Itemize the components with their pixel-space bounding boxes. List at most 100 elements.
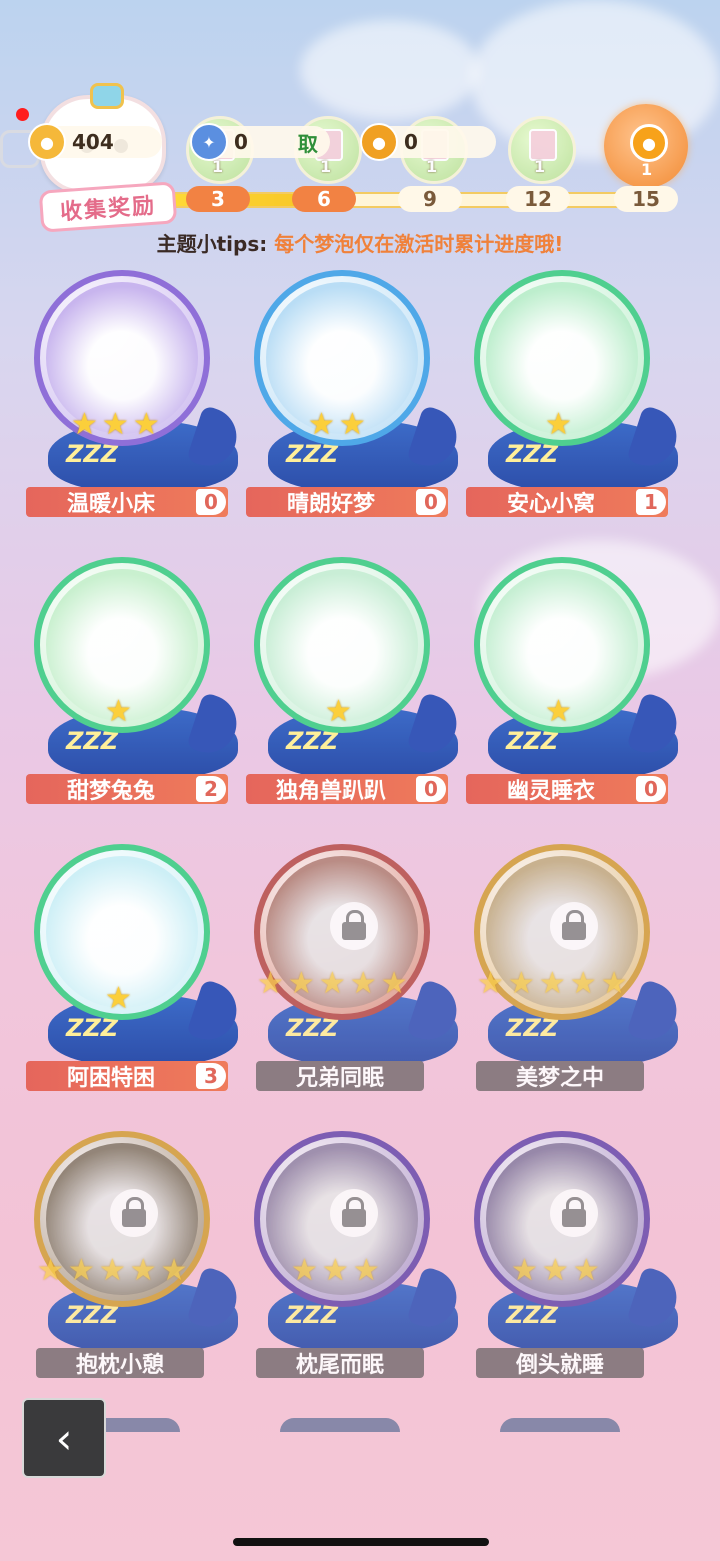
final-milestone-reward[interactable]: ● 1: [604, 104, 688, 188]
star-icon: ★: [572, 1253, 600, 1288]
dream-bubble-item[interactable]: ZZZ ★ 阿困特困 3: [26, 844, 244, 1114]
lock-icon: [110, 1189, 158, 1237]
dream-bubble-item[interactable]: ZZZ ★ ★ ★ 倒头就睡: [466, 1131, 684, 1401]
star-rating: ★ ★: [308, 410, 366, 440]
dream-bubble-item[interactable]: ZZZ ★ ★ ★ 温暖小床 0: [26, 270, 244, 540]
star-rating: ★: [105, 984, 132, 1014]
star-rating: ★ ★ ★: [291, 1256, 380, 1286]
item-name-bar: 幽灵睡衣 0: [466, 774, 668, 804]
item-name-bar: 独角兽趴趴 0: [246, 774, 448, 804]
item-name: 独角兽趴趴: [275, 779, 386, 804]
notification-dot: [16, 108, 29, 121]
chevron-left-icon: ‹: [55, 1413, 73, 1463]
item-count: 1: [636, 489, 666, 515]
star-icon: ★: [132, 407, 160, 442]
star-icon: ★: [507, 966, 535, 1001]
item-name: 兄弟同眠: [295, 1066, 384, 1091]
lock-shackle: [346, 1197, 364, 1214]
star-icon: ★: [287, 966, 315, 1001]
tips-text: 每个梦泡仅在激活时累计进度哦!: [274, 232, 564, 256]
star-rating: ★ ★ ★ ★ ★: [477, 969, 628, 999]
lock-shackle: [566, 910, 584, 927]
lock-icon: [550, 1189, 598, 1237]
item-name: 抱枕小憩: [75, 1353, 164, 1378]
milestone-count: 1: [320, 157, 332, 176]
milestone-reward[interactable]: 1: [508, 116, 576, 184]
star-icon: ★: [37, 1253, 64, 1288]
star-icon: ★: [98, 1253, 126, 1288]
star-icon: ★: [160, 1253, 188, 1288]
overlay-text: 取: [297, 131, 318, 156]
star-icon: ★: [511, 1253, 538, 1288]
star-rating: ★: [105, 697, 132, 727]
star-icon: ★: [600, 966, 628, 1001]
milestone-count: 1: [641, 160, 653, 179]
back-button[interactable]: ‹: [22, 1398, 106, 1478]
milestone-step: 9: [398, 186, 462, 212]
star-rating: ★ ★ ★: [71, 410, 160, 440]
lock-shackle: [346, 910, 364, 927]
star-icon: ★: [71, 407, 98, 442]
item-count: 0: [636, 776, 666, 802]
dream-bubble-item[interactable]: ZZZ ★ ★ ★ ★ ★ 抱枕小憩: [26, 1131, 244, 1401]
star-icon: ★: [321, 1253, 349, 1288]
star-icon: ★: [541, 1253, 569, 1288]
badge-coin-icon: ●: [360, 123, 398, 161]
lock-body: [562, 1197, 586, 1227]
star-icon: ★: [291, 1253, 318, 1288]
star-icon: ★: [257, 966, 284, 1001]
dream-bubble-item[interactable]: ZZZ ★ ★ ★ ★ ★ 兄弟同眠: [246, 844, 464, 1114]
dream-bubble-item[interactable]: ZZZ ★ 幽灵睡衣 0: [466, 557, 684, 827]
coin-icon: ●: [28, 123, 66, 161]
ticket-amount: 0: [234, 130, 248, 154]
milestone-count: 1: [426, 157, 438, 176]
item-name-bar: 安心小窝 1: [466, 487, 668, 517]
star-rating: ★ ★ ★: [511, 1256, 600, 1286]
lock-shackle: [566, 1197, 584, 1214]
item-name: 幽灵睡衣: [506, 779, 595, 804]
item-name-bar: 枕尾而眠: [256, 1348, 424, 1378]
item-count: 2: [196, 776, 226, 802]
collect-reward-label: 收集奖励: [38, 181, 178, 233]
dream-bubble-item[interactable]: ZZZ ★ ★ ★ ★ ★ 美梦之中: [466, 844, 684, 1114]
item-name: 美梦之中: [515, 1066, 604, 1091]
star-icon: ★: [349, 966, 377, 1001]
item-count: 0: [416, 489, 446, 515]
dream-bubble-item[interactable]: ZZZ ★ ★ ★ 枕尾而眠: [246, 1131, 464, 1401]
lock-icon: [330, 902, 378, 950]
item-name-bar: 温暖小床 0: [26, 487, 228, 517]
star-rating: ★: [545, 410, 572, 440]
star-icon: ★: [352, 1253, 380, 1288]
star-icon: ★: [545, 407, 572, 442]
star-rating: ★: [545, 697, 572, 727]
item-name: 倒头就睡: [515, 1353, 604, 1378]
item-name: 温暖小床: [66, 492, 155, 517]
tips-line: 主题小tips: 每个梦泡仅在激活时累计进度哦!: [0, 228, 720, 257]
item-name: 安心小窝: [506, 492, 595, 517]
dream-bubble-item[interactable]: ZZZ ★ 独角兽趴趴 0: [246, 557, 464, 827]
milestone-step: 15: [614, 186, 678, 212]
item-name: 阿困特困: [66, 1066, 155, 1091]
dream-bubble-item[interactable]: ZZZ ★ 甜梦兔兔 2: [26, 557, 244, 827]
lock-body: [342, 910, 366, 940]
star-icon: ★: [538, 966, 566, 1001]
badge-amount: 0: [404, 130, 418, 154]
star-icon: ★: [129, 1253, 157, 1288]
lock-shackle: [126, 1197, 144, 1214]
item-name-bar: 抱枕小憩: [36, 1348, 204, 1378]
lock-body: [122, 1197, 146, 1227]
item-count: 3: [196, 1063, 226, 1089]
milestone-step: 6: [292, 186, 356, 212]
lock-icon: [550, 902, 598, 950]
ticket-counter: ✦ 0 取: [190, 123, 330, 161]
cloud-decoration: [300, 20, 480, 120]
dream-bubble-item[interactable]: ZZZ ★ 安心小窝 1: [466, 270, 684, 540]
next-row-peek: [280, 1418, 400, 1432]
ticket-icon: ✦: [190, 123, 228, 161]
dream-bubble-item[interactable]: ZZZ ★ ★ 晴朗好梦 0: [246, 270, 464, 540]
tips-prefix: 主题小tips:: [156, 232, 275, 256]
star-icon: ★: [338, 407, 366, 442]
star-icon: ★: [325, 694, 352, 729]
star-rating: ★: [325, 697, 352, 727]
star-icon: ★: [67, 1253, 95, 1288]
